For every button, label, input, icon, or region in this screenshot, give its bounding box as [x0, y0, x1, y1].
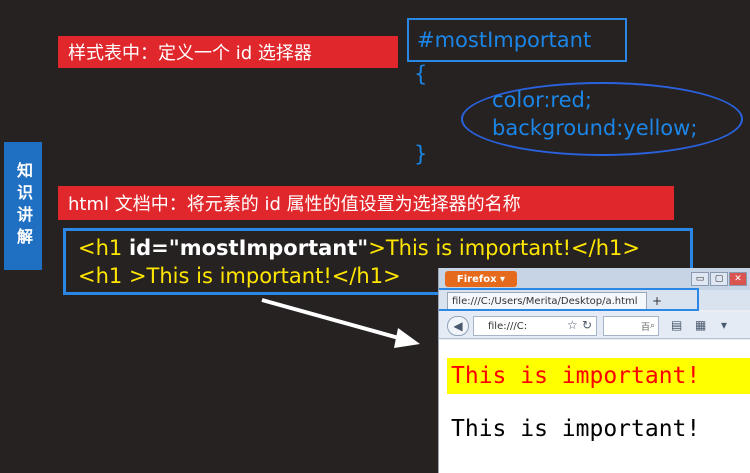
selector-box: #mostImportant — [407, 18, 627, 62]
html-line1-open: <h1 — [78, 236, 129, 260]
bookmarks-icon[interactable]: ▤ — [671, 318, 682, 332]
html-code-line1: <h1 id="mostImportant">This is important… — [78, 236, 640, 260]
html-code-line2: <h1 >This is important!</h1> — [78, 264, 401, 288]
minimize-button[interactable]: ▭ — [691, 272, 709, 286]
h1-important: This is important! — [447, 358, 750, 394]
css-selector: #mostImportant — [417, 28, 592, 52]
firefox-window: Firefox ▾ ▭ ▢ ✕ file:///C:/Users/Merita/… — [438, 268, 750, 473]
open-brace: { — [414, 62, 428, 86]
back-arrow-icon[interactable]: ◀ — [447, 316, 469, 336]
url-bar[interactable]: file:///C: — [473, 316, 597, 336]
side-tab: 知识讲解 — [4, 142, 42, 270]
h1-plain: This is important! — [451, 416, 701, 442]
close-brace: } — [414, 142, 428, 166]
search-input[interactable]: 百 ⌕ — [603, 316, 659, 336]
stylesheet-label: 样式表中：定义一个 id 选择器 — [58, 36, 398, 68]
tab-highlight-box — [439, 288, 699, 311]
firefox-menu-button[interactable]: Firefox ▾ — [445, 271, 517, 287]
arrow-icon — [261, 298, 420, 348]
close-button[interactable]: ✕ — [729, 272, 747, 286]
html-line1-attr: id="mostImportant" — [128, 236, 369, 260]
addon-icon[interactable]: ▦ — [695, 318, 706, 332]
maximize-button[interactable]: ▢ — [710, 272, 728, 286]
html-line1-rest: >This is important!</h1> — [368, 236, 640, 260]
menu-icon[interactable]: ▾ — [721, 318, 727, 332]
css-prop-background: background:yellow; — [492, 116, 698, 140]
search-icon: ⌕ — [649, 321, 655, 331]
star-icon[interactable]: ☆ — [567, 318, 578, 332]
reload-icon[interactable]: ↻ — [582, 318, 592, 332]
html-doc-label: html 文档中：将元素的 id 属性的值设置为选择器的名称 — [58, 186, 674, 220]
css-prop-color: color:red; — [492, 88, 592, 112]
search-placeholder: 百 — [640, 322, 650, 333]
